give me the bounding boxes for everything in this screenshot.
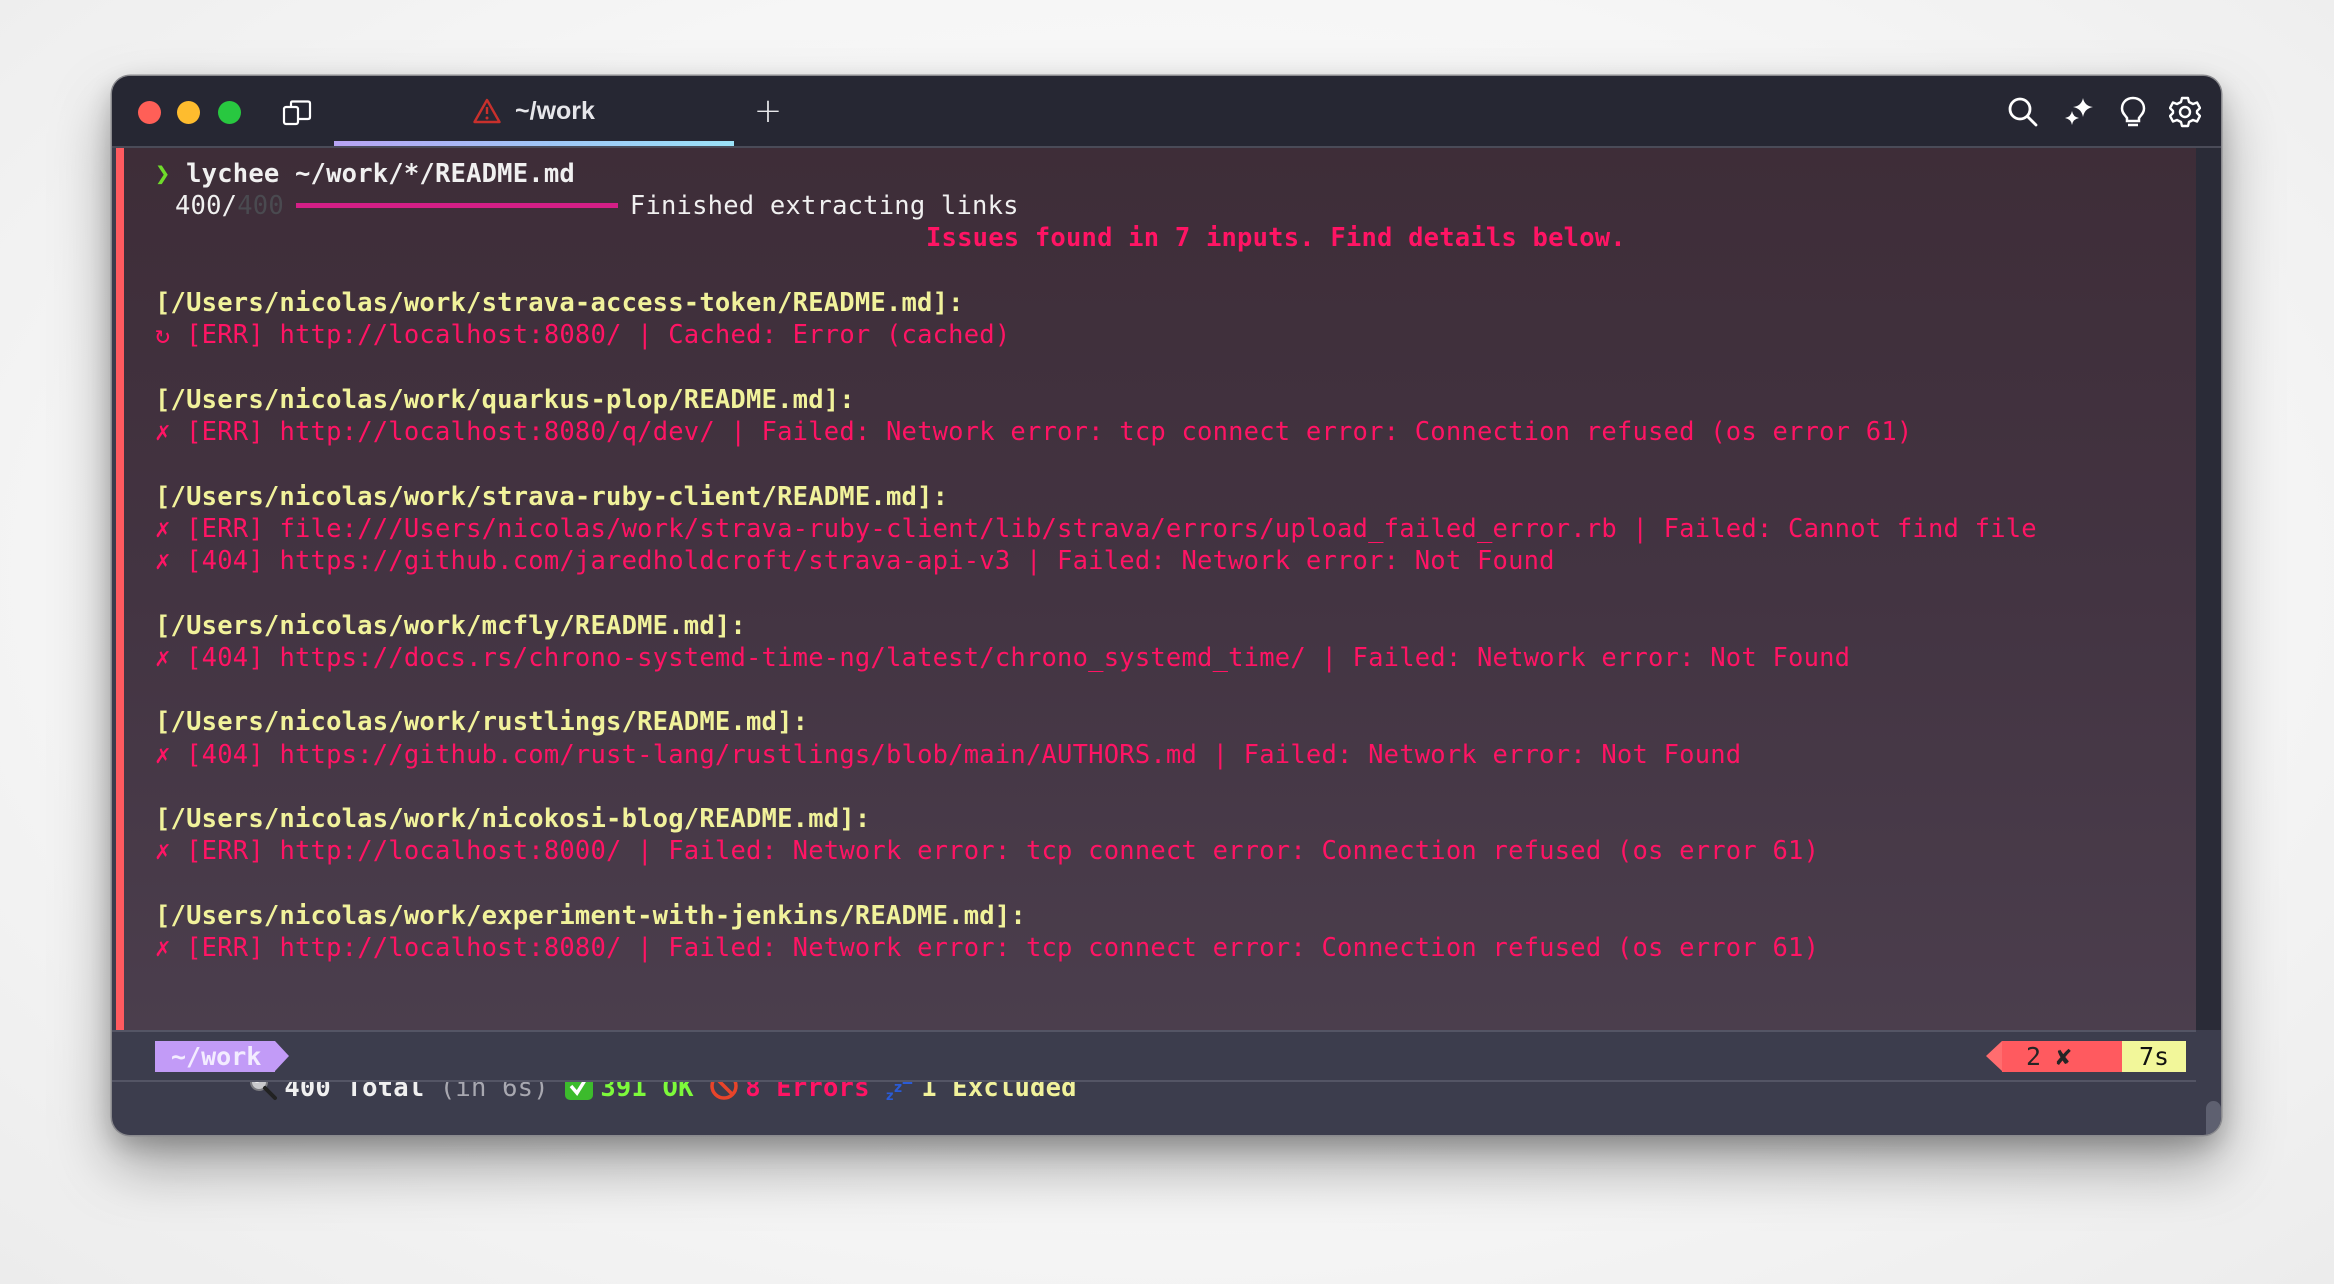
entry-text: [ERR] http://localhost:8080/q/dev/ | Fai… <box>186 417 1913 447</box>
link-error-entry: ✗ [ERR] http://localhost:8000/ | Failed:… <box>155 835 1819 867</box>
cross-icon: ✗ <box>155 417 171 447</box>
active-tab-indicator <box>334 141 734 146</box>
progress-done: 400/ <box>175 191 238 221</box>
search-icon[interactable] <box>2007 96 2039 128</box>
prompt-status-bar: ~/work 2 ✘ 7s <box>112 1030 2196 1082</box>
cross-icon: ✗ <box>155 513 171 544</box>
gutter <box>2196 148 2221 1030</box>
command-text: lychee ~/work/*/README.md <box>186 159 575 189</box>
file-header: [/Users/nicolas/work/strava-ruby-client/… <box>155 481 949 512</box>
entry-text: [ERR] http://localhost:8000/ | Failed: N… <box>186 836 1820 867</box>
title-bar: ~/work + <box>112 76 2221 148</box>
file-header: [/Users/nicolas/work/quarkus-plop/README… <box>155 384 855 415</box>
entry-text: [404] https://github.com/rust-lang/rustl… <box>186 739 1742 770</box>
progress-status: Finished extracting links <box>629 191 1019 221</box>
entry-text: [404] https://docs.rs/chrono-systemd-tim… <box>186 642 1851 673</box>
cross-icon: ✗ <box>155 836 171 867</box>
cached-icon: ↻ <box>155 320 171 351</box>
link-error-entry: ✗ [404] https://github.com/rust-lang/rus… <box>155 739 1741 771</box>
link-error-entry: ✗ [ERR] file:///Users/nicolas/work/strav… <box>155 513 2037 545</box>
file-header: [/Users/nicolas/work/nicokosi-blog/READM… <box>155 804 871 834</box>
panes-icon[interactable] <box>282 100 312 126</box>
progress-total: 400 <box>237 191 284 221</box>
entry-text: [ERR] http://localhost:8080/ | Failed: N… <box>186 933 1820 963</box>
file-header: [/Users/nicolas/work/mcfly/README.md]: <box>155 610 746 641</box>
file-header: [/Users/nicolas/work/strava-access-token… <box>155 288 964 318</box>
file-header: [/Users/nicolas/work/experiment-with-jen… <box>155 900 1026 931</box>
progress-bar <box>295 202 618 208</box>
minimize-button[interactable] <box>177 101 200 124</box>
cross-icon: ✗ <box>155 933 171 963</box>
issues-summary: Issues found in 7 inputs. Find details b… <box>926 223 1626 253</box>
warning-triangle-icon <box>473 98 501 124</box>
entry-text: [404] https://github.com/jaredholdcroft/… <box>186 546 1555 576</box>
link-error-entry: ✗ [404] https://docs.rs/chrono-systemd-t… <box>155 642 1850 674</box>
link-error-entry: ✗ [ERR] http://localhost:8080/ | Failed:… <box>155 932 1819 964</box>
tab-work[interactable]: ~/work <box>334 76 734 146</box>
link-error-entry: ✗ [404] https://github.com/jaredholdcrof… <box>155 545 1555 577</box>
gear-icon[interactable] <box>2169 96 2201 128</box>
entry-text: [ERR] http://localhost:8080/ | Cached: E… <box>186 320 1011 351</box>
progress-line: 400/400 Finished extracting links <box>175 190 1019 222</box>
lightbulb-icon[interactable] <box>2117 96 2149 128</box>
zoom-button[interactable] <box>218 101 241 124</box>
tab-label: ~/work <box>515 96 595 125</box>
close-button[interactable] <box>138 101 161 124</box>
link-error-entry: ↻ [ERR] http://localhost:8080/ | Cached:… <box>155 319 1010 351</box>
new-tab-button[interactable]: + <box>753 94 783 128</box>
terminal-window: ~/work + ❯ lychee ~/work/*/README.md 400… <box>112 76 2221 1135</box>
duration-chip: 7s <box>2122 1041 2186 1072</box>
scrollbar-thumb[interactable] <box>2206 1101 2221 1135</box>
svg-text:z: z <box>886 1089 894 1101</box>
exit-code-chip: 2 ✘ <box>1986 1041 2122 1072</box>
cross-icon: ✗ <box>155 546 171 576</box>
block-error-marker <box>116 148 124 1030</box>
sparkles-icon[interactable] <box>2063 96 2095 128</box>
cross-icon: ✗ <box>155 739 171 770</box>
command-block[interactable]: ❯ lychee ~/work/*/README.md 400/400 Finis… <box>116 148 2196 1103</box>
entry-text: [ERR] file:///Users/nicolas/work/strava-… <box>186 513 2037 544</box>
cross-icon: ✗ <box>155 642 171 673</box>
cwd-chip[interactable]: ~/work <box>155 1041 290 1072</box>
command-line: ❯ lychee ~/work/*/README.md <box>155 158 575 190</box>
prompt-chevron-icon: ❯ <box>155 159 171 189</box>
file-header: [/Users/nicolas/work/rustlings/README.md… <box>155 707 809 738</box>
link-error-entry: ✗ [ERR] http://localhost:8080/q/dev/ | F… <box>155 416 1912 448</box>
